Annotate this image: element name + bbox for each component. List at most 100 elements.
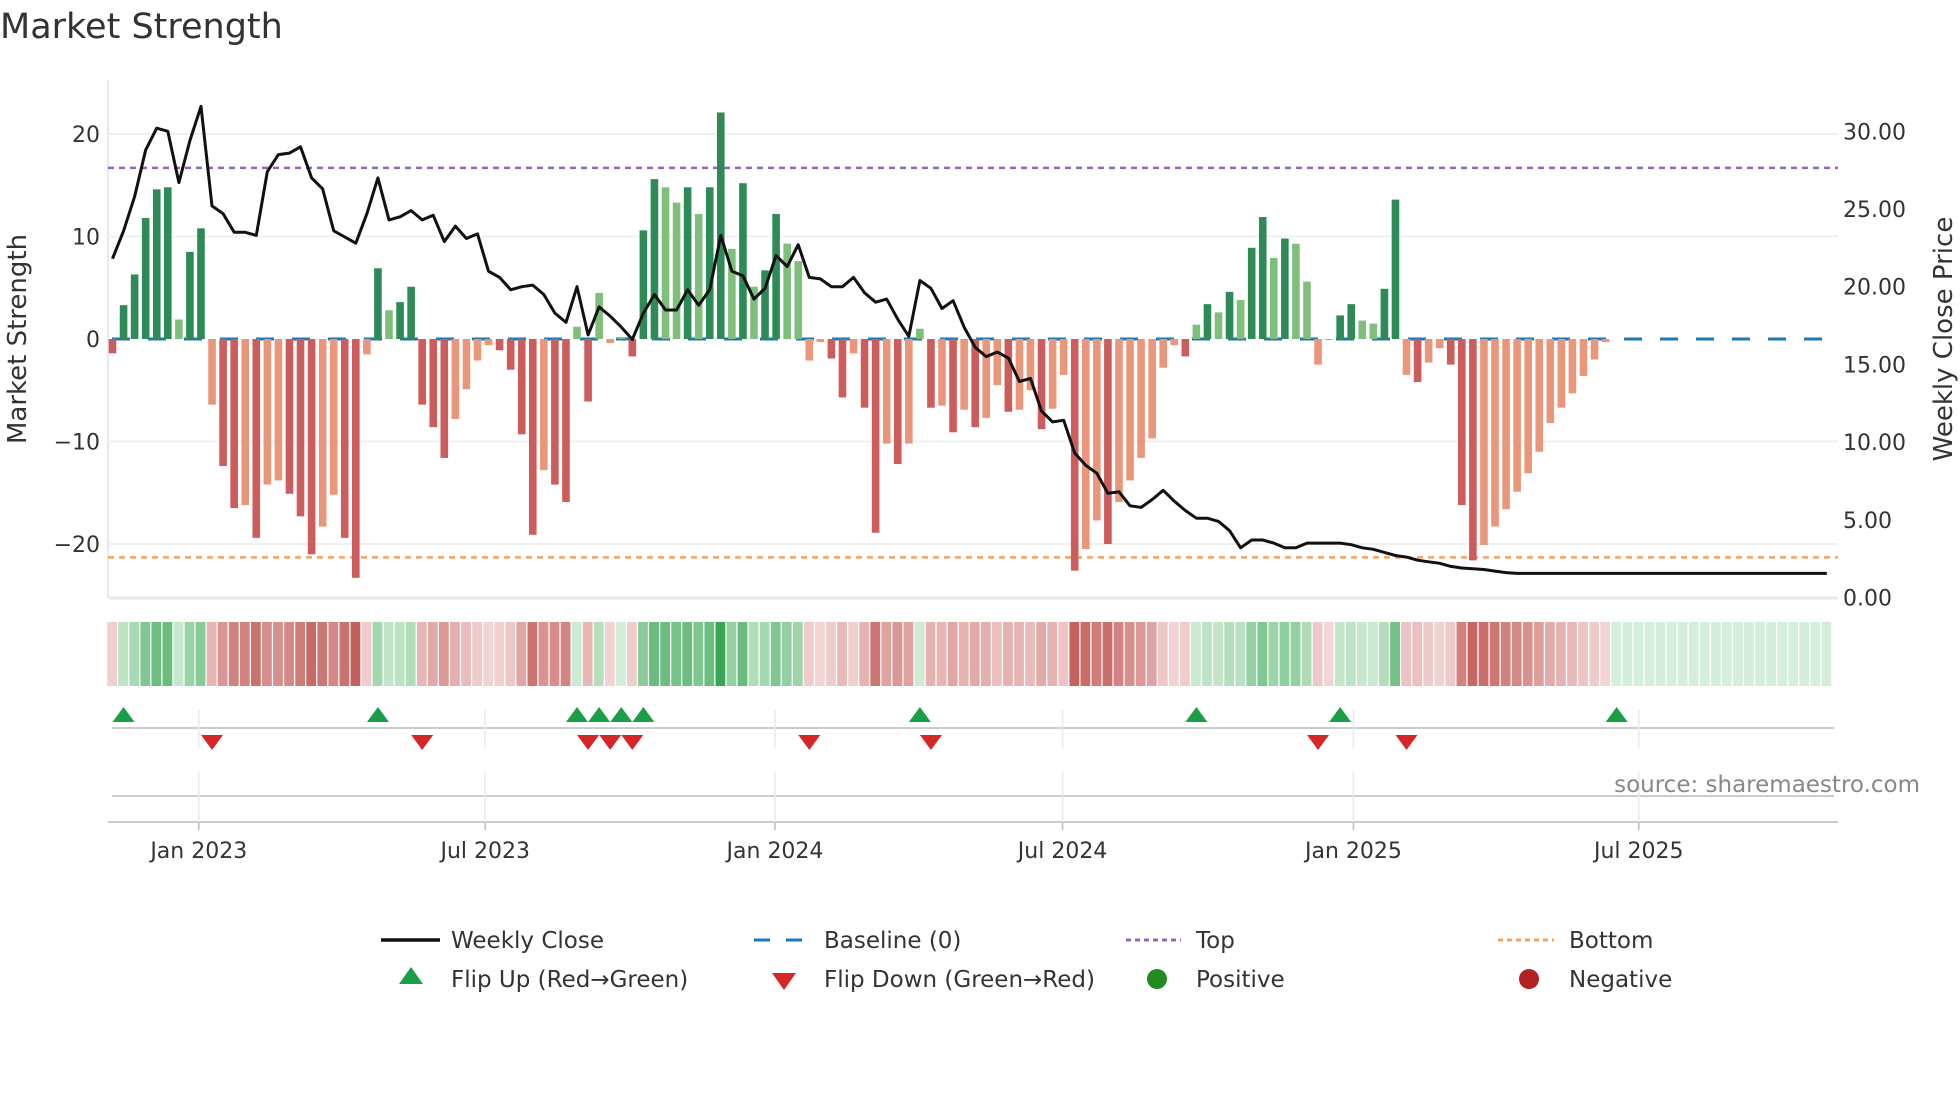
strength-bar [1524,339,1532,474]
heatmap-cell [107,622,117,686]
heatmap-cell [1334,622,1345,686]
heatmap-cell [737,622,748,686]
heatmap-cell [1301,622,1312,686]
heatmap-cell [1235,622,1246,686]
strength-bar [1579,339,1588,376]
strength-bar [993,339,1002,386]
heatmap-cell [427,622,438,686]
right-tick-label: 30.00 [1843,120,1906,145]
heatmap-cell [1434,622,1445,686]
strength-bar [307,339,316,555]
strength-bar [573,326,581,339]
strength-bar [164,187,172,339]
strength-bar [108,339,117,354]
strength-bar [606,339,614,344]
strength-bar [1303,281,1311,339]
left-tick-label: −20 [54,533,100,558]
heatmap-cell [759,622,770,686]
flip-down-marker [411,735,434,750]
strength-bar [838,339,847,398]
heatmap-cell [815,622,825,686]
heatmap-cell [538,622,549,686]
heatmap-cell [505,622,516,686]
x-tick-label: Jan 2023 [148,839,247,864]
heatmap-cell [925,622,936,686]
heatmap-cell [1810,622,1821,686]
strength-bar [794,261,803,339]
flip-up-marker [112,707,135,722]
heatmap-cell [306,622,317,686]
strength-bar [1325,339,1333,341]
heatmap-cell [549,622,560,686]
heatmap-cell [1821,622,1832,686]
heatmap-cell [781,622,792,686]
heatmap-cell [1522,622,1533,686]
heatmap-cell [958,622,969,686]
heatmap-cell [1799,622,1810,686]
strength-heatmap-strip [107,622,1832,686]
heatmap-cell [980,622,991,686]
heatmap-cell [1102,622,1113,686]
heatmap-cell [1688,622,1699,686]
strength-bar [650,179,659,339]
heatmap-cell [1600,622,1611,686]
strength-bar [1557,339,1566,408]
heatmap-cell [969,622,980,686]
heatmap-cell [560,622,571,686]
heatmap-cell [770,622,781,686]
heatmap-cell [1290,622,1301,686]
strength-bar [230,339,238,509]
strength-bar [1358,320,1367,339]
legend-flip-up-label: Flip Up (Red→Green) [451,967,688,993]
strength-bar [495,339,504,351]
strength-bar [1347,304,1356,339]
strength-bar [1369,323,1378,339]
heatmap-cell [118,622,129,686]
heatmap-cell [1788,622,1799,686]
strength-bar [506,339,515,370]
heatmap-cell [1356,622,1367,686]
strength-bar [827,339,836,359]
strength-bar [462,339,471,390]
strength-bar [1458,339,1466,506]
flip-up-marker [588,707,611,722]
strength-bar [805,339,814,361]
heatmap-cell [992,622,1002,686]
strength-bar [1491,339,1499,527]
flip-up-marker [1605,707,1628,722]
heatmap-cell [350,622,361,686]
heatmap-cell [704,622,715,686]
heatmap-cell [239,622,250,686]
heatmap-cell [1191,622,1201,686]
strength-bar [628,339,637,357]
x-tick-label: Jul 2023 [438,839,530,864]
heatmap-cell [1478,622,1489,686]
heatmap-cell [228,622,239,686]
strength-bar [816,339,825,343]
heatmap-cell [1766,622,1776,686]
heatmap-cell [1733,622,1743,686]
heatmap-cell [1710,622,1721,686]
strength-bar [374,268,382,339]
heatmap-cell [604,622,615,686]
heatmap-cell [1157,622,1168,686]
strength-bar [960,339,968,410]
strength-bar [1081,339,1090,550]
right-tick-label: 20.00 [1843,276,1906,301]
strength-bar [263,339,272,485]
flip-up-marker [1329,707,1352,722]
heatmap-cell [914,622,925,686]
heatmap-cell [1556,622,1566,686]
strength-bar [705,187,714,339]
heatmap-cell [1080,622,1091,686]
left-tick-label: −10 [54,431,100,456]
heatmap-cell [837,622,847,686]
strength-bar [1258,217,1267,339]
heatmap-cell [173,622,184,686]
heatmap-cell [1500,622,1511,686]
left-tick-label: 20 [72,123,100,148]
heatmap-cell [1633,622,1644,686]
strength-bar [208,339,216,405]
strength-bar [219,339,227,467]
right-tick-label: 25.00 [1843,198,1906,223]
